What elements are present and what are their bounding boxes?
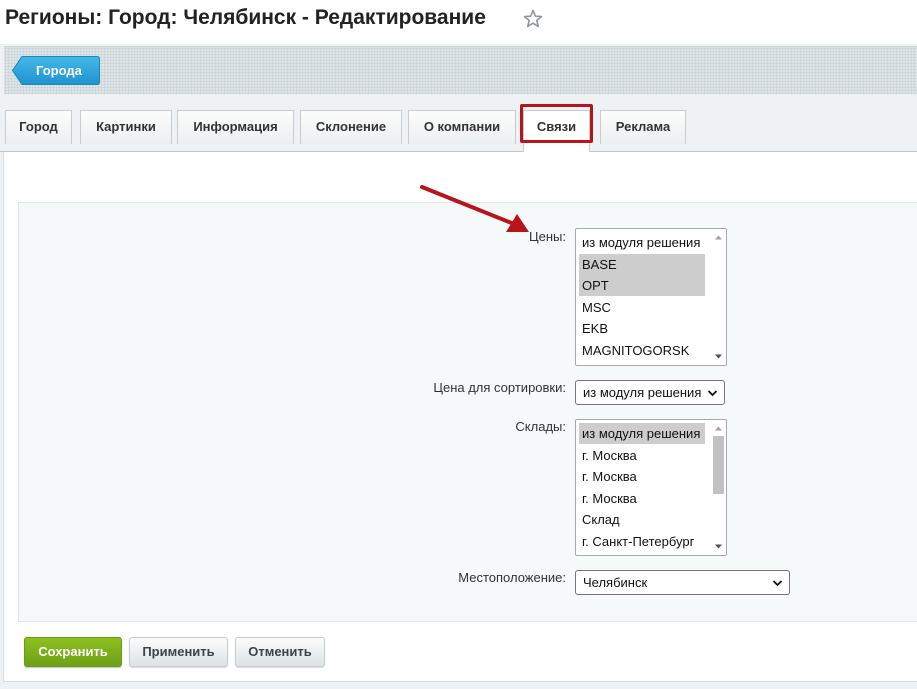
context-toolbar: Города xyxy=(4,46,917,94)
tab-city[interactable]: Город xyxy=(5,110,72,144)
warehouses-label: Склады: xyxy=(515,419,566,434)
tab-about-company[interactable]: О компании xyxy=(408,110,516,144)
tab-label: Город xyxy=(19,119,58,134)
list-item[interactable]: г. Москва xyxy=(579,445,705,466)
scroll-up-icon[interactable] xyxy=(714,233,723,242)
back-to-cities-button[interactable]: Города xyxy=(12,56,100,85)
apply-button[interactable]: Применить xyxy=(129,637,228,667)
list-item[interactable]: OPT xyxy=(579,275,705,296)
tab-label: Реклама xyxy=(615,119,671,134)
scroll-down-icon[interactable] xyxy=(714,542,723,551)
page-title: Регионы: Город: Челябинск - Редактирован… xyxy=(5,6,486,29)
title-bar: Регионы: Город: Челябинск - Редактирован… xyxy=(0,0,917,44)
warehouses-listbox[interactable]: из модуля решения г. Москва г. Москва г.… xyxy=(575,419,727,556)
tab-label: Склонение xyxy=(315,119,387,134)
prices-listbox[interactable]: из модуля решения BASE OPT MSC EKB MAGNI… xyxy=(575,228,727,366)
tab-images[interactable]: Картинки xyxy=(80,110,172,144)
active-tab-highlight xyxy=(520,104,593,143)
list-item[interactable]: MAGNITOGORSK xyxy=(579,340,705,361)
tab-label: О компании xyxy=(423,119,501,134)
tab-information[interactable]: Информация xyxy=(177,110,294,144)
tab-advertising[interactable]: Реклама xyxy=(600,110,686,144)
form-area xyxy=(18,202,917,622)
warehouses-scrollbar[interactable] xyxy=(711,420,726,555)
back-button-label: Города xyxy=(36,63,82,78)
list-item[interactable]: EKB xyxy=(579,318,705,339)
prices-scrollbar[interactable] xyxy=(711,229,726,365)
chevron-down-icon xyxy=(707,390,718,397)
sort-price-select[interactable]: из модуля решения xyxy=(575,380,725,405)
cancel-button[interactable]: Отменить xyxy=(235,637,325,667)
star-icon[interactable] xyxy=(522,8,544,30)
list-item[interactable]: MSC xyxy=(579,297,705,318)
red-arrow-icon xyxy=(420,185,529,232)
list-item[interactable]: г. Санкт-Петербург xyxy=(579,531,705,552)
tab-declension[interactable]: Склонение xyxy=(300,110,402,144)
sort-price-label: Цена для сортировки: xyxy=(433,380,566,395)
chevron-down-icon xyxy=(772,580,783,587)
location-select[interactable]: Челябинск xyxy=(575,570,790,595)
list-item[interactable]: г. Москва xyxy=(579,488,705,509)
location-label: Местоположение: xyxy=(458,570,566,585)
list-item[interactable]: из модуля решения xyxy=(579,232,705,253)
scroll-down-icon[interactable] xyxy=(714,352,723,361)
list-item[interactable]: Склад xyxy=(579,509,705,530)
tab-label: Информация xyxy=(193,119,278,134)
scroll-up-icon[interactable] xyxy=(714,424,723,433)
tab-label: Картинки xyxy=(96,119,156,134)
list-item[interactable]: г. Москва xyxy=(579,466,705,487)
scroll-thumb[interactable] xyxy=(713,436,724,494)
save-button[interactable]: Сохранить xyxy=(24,637,122,667)
list-item[interactable]: из модуля решения xyxy=(579,423,705,444)
tab-bar: Город Картинки Информация Склонение О ко… xyxy=(0,110,917,152)
sort-price-value: из модуля решения xyxy=(583,385,702,400)
list-item[interactable]: BASE xyxy=(579,254,705,275)
location-value: Челябинск xyxy=(583,575,648,590)
